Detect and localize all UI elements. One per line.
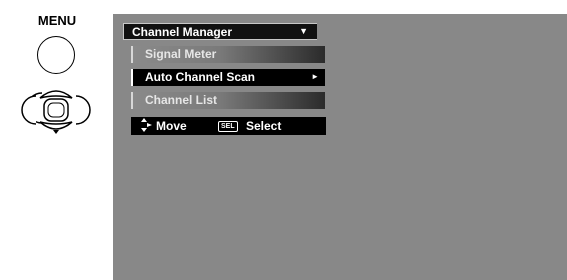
menu-item-label: Channel List — [145, 93, 218, 107]
move-arrows-icon — [141, 118, 153, 135]
dropdown-arrow-icon: ▼ — [299, 26, 308, 36]
menu-item-signal-meter[interactable]: Signal Meter — [131, 46, 325, 63]
help-bar: Move SEL Select — [131, 117, 326, 135]
sel-key-icon: SEL — [218, 121, 238, 132]
channel-manager-dropdown[interactable]: Channel Manager ▼ — [123, 23, 317, 40]
menu-item-label: Signal Meter — [145, 47, 217, 61]
menu-item-auto-channel-scan[interactable]: Auto Channel Scan ► — [131, 69, 325, 86]
submenu-arrow-icon: ► — [311, 72, 319, 81]
select-label: Select — [246, 119, 282, 133]
menu-item-label: Auto Channel Scan — [145, 70, 256, 84]
tv-screen: Channel Manager ▼ Signal Meter Auto Chan… — [113, 14, 567, 280]
remote-control: MENU — [0, 0, 112, 280]
directional-pad-icon[interactable] — [0, 0, 112, 160]
dropdown-label: Channel Manager — [132, 25, 233, 39]
menu-item-channel-list[interactable]: Channel List — [131, 92, 325, 109]
move-label: Move — [156, 119, 187, 133]
